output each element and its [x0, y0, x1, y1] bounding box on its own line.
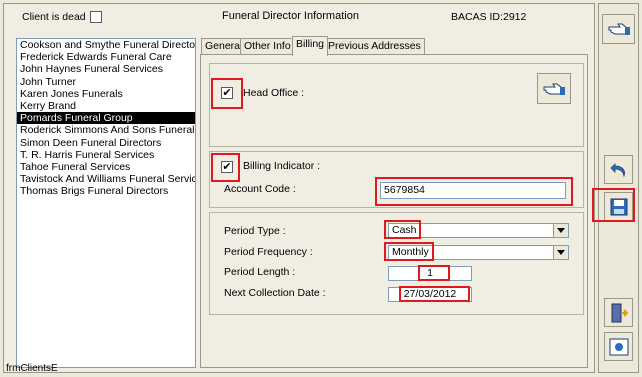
tab-billing[interactable]: Billing	[292, 36, 329, 56]
preview-button[interactable]	[604, 332, 633, 361]
period-frequency-label: Period Frequency :	[224, 246, 313, 258]
head-office-group	[209, 63, 584, 147]
funeral-director-list[interactable]: Cookson and Smythe Funeral Director Frede…	[16, 38, 196, 368]
account-code-label: Account Code :	[224, 183, 296, 195]
exit-button[interactable]	[604, 298, 633, 327]
tab-previous-addresses[interactable]: Previous Addresses	[324, 38, 425, 54]
list-item[interactable]: John Haynes Funeral Services	[17, 63, 195, 75]
exit-door-icon	[611, 303, 628, 322]
list-item[interactable]: Thomas Brigs Funeral Directors	[17, 185, 195, 197]
period-type-highlight	[384, 220, 421, 239]
list-item[interactable]: John Turner	[17, 76, 195, 88]
list-item[interactable]: Roderick Simmons And Sons Funeral Servi	[17, 124, 195, 136]
billing-indicator-checkbox[interactable]: ✔	[221, 161, 233, 173]
head-office-checkbox[interactable]: ✔	[221, 87, 233, 99]
period-length-label: Period Length :	[224, 266, 296, 278]
check-mark-icon: ✔	[222, 161, 232, 173]
list-item[interactable]: Tahoe Funeral Services	[17, 161, 195, 173]
list-item[interactable]: Cookson and Smythe Funeral Director	[17, 39, 195, 51]
chevron-down-icon[interactable]	[553, 246, 568, 259]
chevron-down-icon[interactable]	[553, 224, 568, 237]
tab-other-info[interactable]: Other Info	[240, 38, 295, 54]
list-item[interactable]: Pomards Funeral Group	[17, 112, 195, 125]
list-item[interactable]: Frederick Edwards Funeral Care	[17, 51, 195, 63]
billing-indicator-label: Billing Indicator :	[243, 160, 321, 172]
client-dead-label: Client is dead	[22, 11, 86, 23]
preview-icon	[609, 338, 628, 355]
save-button-highlight	[592, 188, 635, 222]
client-dead-checkbox[interactable]	[90, 11, 102, 23]
account-code-input[interactable]: 5679854	[380, 182, 566, 199]
list-item[interactable]: T. R. Harris Funeral Services	[17, 149, 195, 161]
bacas-id-label: BACAS ID:	[451, 11, 503, 23]
list-item[interactable]: Simon Deen Funeral Directors	[17, 137, 195, 149]
head-office-lookup-button[interactable]	[537, 73, 571, 104]
undo-icon	[609, 162, 625, 178]
period-type-label: Period Type :	[224, 225, 286, 237]
pointing-hand-icon	[543, 83, 565, 95]
period-frequency-highlight	[384, 242, 434, 261]
undo-button[interactable]	[604, 155, 633, 184]
check-mark-icon: ✔	[222, 87, 232, 99]
section-title: Funeral Director Information	[222, 10, 359, 22]
bacas-id-value: 2912	[503, 11, 527, 23]
head-office-label: Head Office :	[243, 87, 305, 99]
form-name-label: frmClientsE	[6, 363, 58, 374]
list-item[interactable]: Tavistock And Williams Funeral Services	[17, 173, 195, 185]
period-length-highlight	[418, 265, 450, 281]
next-collection-date-highlight	[399, 286, 470, 302]
lookup-button[interactable]	[602, 14, 635, 44]
list-item[interactable]: Kerry Brand	[17, 100, 195, 112]
pointing-hand-icon	[608, 23, 630, 35]
next-collection-date-label: Next Collection Date :	[224, 287, 326, 299]
list-item[interactable]: Karen Jones Funerals	[17, 88, 195, 100]
